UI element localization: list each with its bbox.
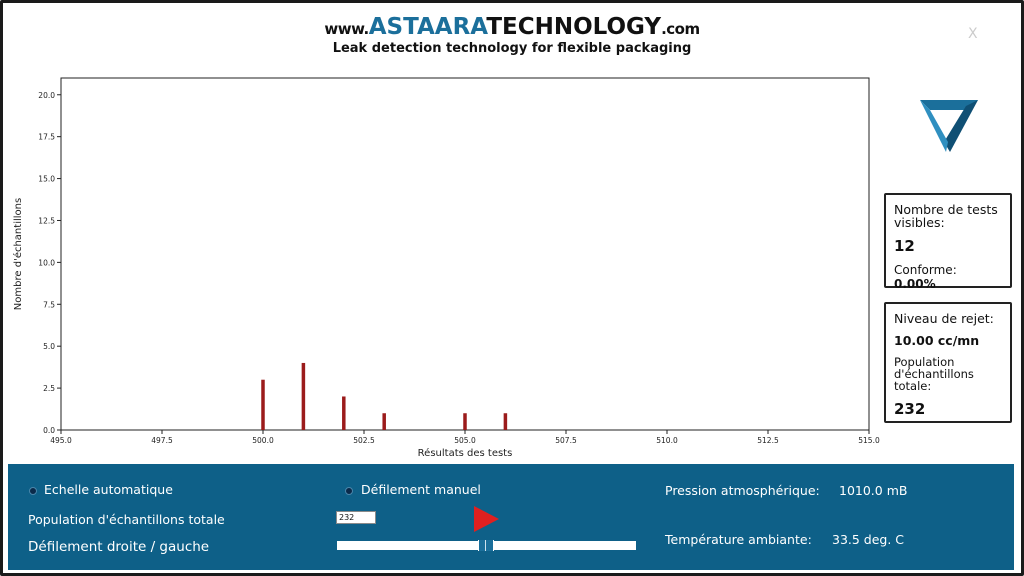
x-tick-label: 515.0 xyxy=(858,436,880,445)
y-axis-label: Nombre d'échantillons xyxy=(12,198,24,310)
population-total-value: 232 xyxy=(894,400,926,418)
scroll-label: Défilement droite / gauche xyxy=(28,539,210,555)
visible-tests-count: 12 xyxy=(894,237,915,255)
y-tick-label: 20.0 xyxy=(38,91,55,100)
manual-scroll-radio[interactable] xyxy=(345,487,353,495)
population-input[interactable]: 232 xyxy=(336,511,376,524)
plot-area xyxy=(60,77,870,431)
x-axis-label: Résultats des tests xyxy=(418,447,513,459)
brand-header: www.ASTAARATECHNOLOGY.com Leak detection… xyxy=(0,14,1024,56)
company-logo-icon xyxy=(920,100,978,152)
histogram-bar xyxy=(463,413,467,430)
brand-url: www.ASTAARATECHNOLOGY.com xyxy=(0,14,1024,40)
temperature-label: Température ambiante: xyxy=(665,532,812,547)
x-tick-label: 502.5 xyxy=(353,436,375,445)
control-panel: Echelle automatique Défilement manuel Po… xyxy=(8,464,1014,570)
scroll-slider[interactable] xyxy=(337,540,636,551)
brand-name-part2: TECHNOLOGY xyxy=(486,14,662,40)
x-axis: 495.0 497.5 500.0 502.5 505.0 507.5 510.0 512.5… xyxy=(50,430,880,445)
x-tick-label: 507.5 xyxy=(555,436,577,445)
scroll-slider-thumb[interactable] xyxy=(478,540,494,551)
conforme-label: Conforme: xyxy=(894,263,957,277)
x-tick-label: 510.0 xyxy=(656,436,678,445)
x-tick-label: 497.5 xyxy=(151,436,173,445)
histogram-chart: 0.02.55.07.510.012.515.017.520.0 495.0 49… xyxy=(12,77,880,459)
visible-tests-title: Nombre de tests visibles: xyxy=(894,202,998,230)
y-tick-label: 17.5 xyxy=(38,133,55,142)
histogram-bar xyxy=(342,396,346,430)
red-arrow-icon xyxy=(474,506,499,532)
reject-level-card: Niveau de rejet: 10.00 cc/mn Population … xyxy=(884,302,1012,423)
y-tick-label: 0.0 xyxy=(43,426,55,435)
y-tick-label: 12.5 xyxy=(38,216,55,225)
auto-scale-label[interactable]: Echelle automatique xyxy=(44,482,173,497)
visible-tests-card: Nombre de tests visibles: 12 Conforme: 0… xyxy=(884,193,1012,291)
close-button[interactable]: X xyxy=(968,26,978,42)
x-tick-label: 495.0 xyxy=(50,436,72,445)
histogram-bar xyxy=(503,413,508,430)
y-tick-label: 10.0 xyxy=(38,258,55,267)
y-tick-label: 2.5 xyxy=(43,384,55,393)
temperature-value: 33.5 deg. C xyxy=(832,532,905,547)
x-tick-label: 512.5 xyxy=(757,436,779,445)
population-total-label: Population d'échantillons totale: xyxy=(894,355,974,393)
y-axis: 0.0 2.5 5.0 7.5 10.0 12.5 15.0 17.5 20.0 xyxy=(38,91,61,435)
reject-level-title: Niveau de rejet: xyxy=(894,311,994,326)
histogram-bar xyxy=(382,413,386,430)
y-tick-label: 15.0 xyxy=(38,175,55,184)
brand-name-part1: ASTAARA xyxy=(368,14,487,40)
reject-level-value: 10.00 cc/mn xyxy=(894,333,980,348)
x-tick-label: 500.0 xyxy=(252,436,274,445)
manual-scroll-label[interactable]: Défilement manuel xyxy=(361,482,481,497)
conforme-row: Conforme: 0.00% xyxy=(894,263,1002,291)
brand-url-prefix: www. xyxy=(324,20,369,38)
x-tick-label: 505.0 xyxy=(454,436,476,445)
histogram-bar xyxy=(301,362,306,430)
pressure-label: Pression atmosphérique: xyxy=(665,483,820,498)
brand-tagline: Leak detection technology for flexible p… xyxy=(332,41,692,56)
y-tick-label: 5.0 xyxy=(43,342,55,351)
auto-scale-radio[interactable] xyxy=(29,487,37,495)
pressure-value: 1010.0 mB xyxy=(839,483,908,498)
brand-url-suffix: .com xyxy=(661,20,700,38)
y-tick-label: 7.5 xyxy=(43,300,55,309)
histogram-bar xyxy=(261,379,265,430)
population-control-label: Population d'échantillons totale xyxy=(28,512,225,527)
conforme-value: 0.00% xyxy=(894,277,936,291)
